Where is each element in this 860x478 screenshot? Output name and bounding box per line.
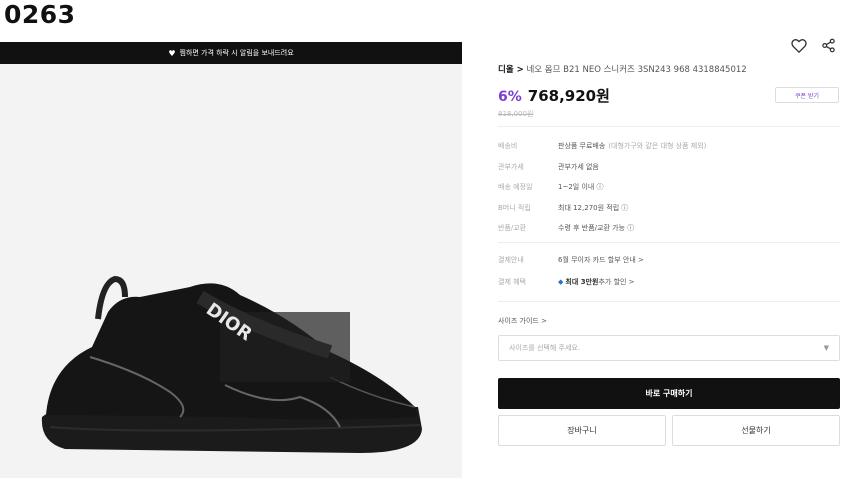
cart-button[interactable]: 장바구니 (498, 415, 666, 446)
shipping-info: 배송비 판상품 무료배송 (대형가구와 같은 대형 상품 제외) 관부가세 관부… (498, 136, 840, 239)
size-guide-link[interactable]: 사이즈 가이드 > (498, 316, 547, 326)
page-id: 0263 (4, 0, 76, 29)
size-select-placeholder: 사이즈를 선택해 주세요. (509, 344, 581, 352)
top-actions (791, 38, 836, 53)
product-image: DIOR (41, 275, 422, 453)
info-value: 관부가세 없음 (558, 162, 599, 171)
size-select[interactable]: 사이즈를 선택해 주세요. ▼ (498, 335, 840, 361)
brand-link[interactable]: 디올 > (498, 65, 524, 75)
heart-icon: ♥ (168, 48, 176, 58)
price-alert-banner[interactable]: ♥ 찜하면 가격 하락 시 알림을 보내드려요 (0, 42, 462, 64)
info-label: 배송비 (498, 142, 518, 151)
info-value: 판상품 무료배송 (558, 142, 606, 151)
payment-value: 추가 할인 > (598, 278, 635, 286)
payment-info: 결제안내 6월 무이자 카드 할부 안내 > 결제 혜택 ◆ 최대 3만원 추가… (498, 249, 840, 293)
heart-icon[interactable] (791, 38, 807, 53)
info-value: 최대 12,270원 적립 ⓘ (558, 203, 629, 212)
product-image-panel[interactable]: ♥ 찜하면 가격 하락 시 알림을 보내드려요 DIOR (0, 42, 462, 478)
info-row-returns[interactable]: 반품/교환 수령 후 반품/교환 가능 ⓘ (498, 218, 840, 239)
diamond-icon: ◆ (558, 278, 564, 286)
divider (498, 242, 840, 243)
divider (498, 301, 840, 302)
info-row-delivery-date[interactable]: 배송 예정일 1~2일 이내 ⓘ (498, 177, 840, 198)
info-label: 반품/교환 (498, 224, 527, 233)
info-value: 수령 후 반품/교환 가능 ⓘ (558, 224, 635, 233)
payment-value: 6월 무이자 카드 할부 안내 > (558, 256, 644, 264)
info-row-points[interactable]: B머니 적립 최대 12,270원 적립 ⓘ (498, 198, 840, 219)
coupon-button[interactable]: 쿠폰 받기 (775, 87, 839, 103)
product-name: 네오 옴므 B21 NEO 스니커즈 3SN243 968 4318845012 (526, 65, 747, 75)
gift-button[interactable]: 선물하기 (672, 415, 840, 446)
share-icon[interactable] (821, 38, 836, 53)
price-alert-text: 찜하면 가격 하락 시 알림을 보내드려요 (179, 49, 294, 57)
info-note: (대형가구와 같은 대형 상품 제외) (608, 142, 707, 151)
product-title: 디올 > 네오 옴므 B21 NEO 스니커즈 3SN243 968 43188… (498, 63, 747, 75)
divider (498, 126, 840, 127)
info-label: 배송 예정일 (498, 183, 533, 192)
buy-now-button[interactable]: 바로 구매하기 (498, 378, 840, 409)
payment-row-benefit[interactable]: 결제 혜택 ◆ 최대 3만원 추가 할인 > (498, 271, 840, 293)
payment-row-installment[interactable]: 결제안내 6월 무이자 카드 할부 안내 > (498, 249, 840, 271)
info-row-shipping: 배송비 판상품 무료배송 (대형가구와 같은 대형 상품 제외) (498, 136, 840, 157)
payment-label: 결제 혜택 (498, 278, 526, 286)
info-label: B머니 적립 (498, 203, 531, 212)
discount-rate: 6% (498, 89, 522, 105)
info-value: 1~2일 이내 ⓘ (558, 183, 604, 192)
benefit-amount: 최대 3만원 (565, 278, 599, 286)
info-label: 관부가세 (498, 162, 524, 171)
original-price: 818,000원 (498, 110, 534, 118)
sale-price: 768,920원 (527, 87, 610, 105)
chevron-down-icon: ▼ (823, 344, 829, 352)
payment-label: 결제안내 (498, 256, 524, 264)
info-row-duty: 관부가세 관부가세 없음 (498, 157, 840, 178)
price-line: 6% 768,920원 (498, 85, 610, 106)
